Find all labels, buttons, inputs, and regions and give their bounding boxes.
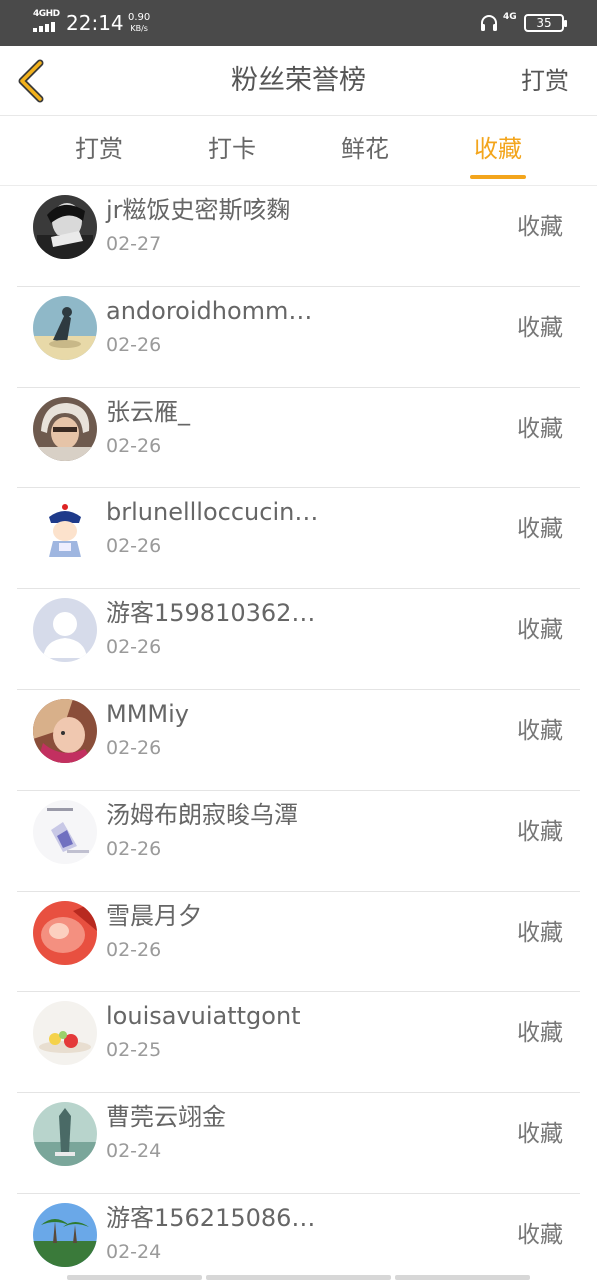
fan-date: 02-26 <box>106 736 162 759</box>
avatar <box>33 497 97 562</box>
fan-date: 02-26 <box>106 434 162 457</box>
list-item[interactable]: MMMiy 02-26 收藏 <box>0 690 597 791</box>
list-item[interactable]: 汤姆布朗寂睃乌潭 02-26 收藏 <box>0 791 597 892</box>
fan-name: jr糍饭史密斯咳麴 <box>106 196 291 224</box>
avatar <box>33 1102 97 1167</box>
fan-name: louisavuiattgont <box>106 1002 301 1031</box>
fan-action: 收藏 <box>517 818 563 845</box>
fan-action: 收藏 <box>517 214 563 240</box>
fan-name: andoroidhomm… <box>106 296 313 325</box>
tab-favorites[interactable]: 收藏 <box>443 133 553 165</box>
network-speed: 0.90 KB/s <box>128 12 150 34</box>
fan-name: 游客156215086… <box>106 1203 316 1232</box>
fan-action: 收藏 <box>517 314 563 341</box>
fan-name: brlunellloccucin… <box>106 498 319 527</box>
fan-name: 张云雁_ <box>106 397 190 426</box>
avatar <box>33 195 97 259</box>
fan-date: 02-26 <box>106 535 162 558</box>
list-item[interactable]: jr糍饭史密斯咳麴 02-27 收藏 <box>0 186 597 287</box>
signal-icon <box>33 22 59 32</box>
list-item[interactable]: 游客159810362… 02-26 收藏 <box>0 589 597 690</box>
fan-action: 收藏 <box>517 1121 563 1148</box>
headphones-icon <box>481 15 497 31</box>
avatar <box>33 1202 97 1267</box>
list-item[interactable]: 游客156215086… 02-24 收藏 <box>0 1194 597 1280</box>
tab-checkin[interactable]: 打卡 <box>177 133 287 165</box>
active-tab-indicator <box>470 175 526 179</box>
speed-unit: KB/s <box>130 24 148 33</box>
status-bar: 4GHD 22:14 0.90 KB/s 4G 35 <box>0 0 597 46</box>
avatar <box>33 698 97 763</box>
fan-action: 收藏 <box>517 919 563 946</box>
fan-name: 曹莞云翊金 <box>106 1103 226 1132</box>
avatar <box>33 799 97 864</box>
fan-name: MMMiy <box>106 699 189 728</box>
fans-list: jr糍饭史密斯咳麴 02-27 收藏 andoroidhomm… 02-26 收… <box>0 186 597 1280</box>
fan-date: 02-26 <box>106 938 162 961</box>
fan-date: 02-26 <box>106 333 162 356</box>
speed-value: 0.90 <box>128 12 151 23</box>
list-item[interactable]: andoroidhomm… 02-26 收藏 <box>0 287 597 388</box>
fan-name: 汤姆布朗寂睃乌潭 <box>106 800 298 829</box>
avatar <box>33 598 97 663</box>
avatar <box>33 900 97 965</box>
reward-button[interactable]: 打赏 <box>521 65 569 97</box>
scroll-hint <box>67 1275 202 1280</box>
battery-icon: 35 <box>524 14 567 32</box>
fan-date: 02-25 <box>106 1039 162 1062</box>
fan-date: 02-24 <box>106 1240 162 1263</box>
fan-name: 雪晨月夕 <box>106 901 202 930</box>
fan-date: 02-26 <box>106 636 162 659</box>
avatar <box>33 396 97 461</box>
list-item[interactable]: 张云雁_ 02-26 收藏 <box>0 388 597 489</box>
fan-action: 收藏 <box>517 617 563 644</box>
app-header: 粉丝荣誉榜 打赏 <box>0 46 597 116</box>
fan-name: 游客159810362… <box>106 599 316 628</box>
fan-action: 收藏 <box>517 1020 563 1047</box>
list-item[interactable]: 曹莞云翊金 02-24 收藏 <box>0 1093 597 1194</box>
tab-flowers[interactable]: 鲜花 <box>310 133 420 165</box>
fan-action: 收藏 <box>517 1221 563 1248</box>
avatar <box>33 295 97 360</box>
fan-action: 收藏 <box>517 717 563 744</box>
page-title: 粉丝荣誉榜 <box>231 65 366 96</box>
fan-date: 02-24 <box>106 1140 162 1163</box>
fan-date: 02-26 <box>106 837 162 860</box>
tab-reward[interactable]: 打赏 <box>44 133 154 165</box>
fan-date: 02-27 <box>106 233 162 255</box>
list-item[interactable]: brlunellloccucin… 02-26 收藏 <box>0 488 597 590</box>
fan-action: 收藏 <box>517 516 563 543</box>
scroll-hint <box>395 1275 530 1280</box>
avatar <box>33 1001 97 1066</box>
scroll-hint <box>206 1275 391 1280</box>
list-item[interactable]: 雪晨月夕 02-26 收藏 <box>0 892 597 993</box>
network-label: 4GHD <box>33 9 60 19</box>
clock: 22:14 <box>66 11 124 35</box>
battery-level: 35 <box>536 16 552 30</box>
mobile-data-label: 4G <box>503 12 517 22</box>
list-item[interactable]: louisavuiattgont 02-25 收藏 <box>0 992 597 1094</box>
fan-action: 收藏 <box>517 415 563 442</box>
